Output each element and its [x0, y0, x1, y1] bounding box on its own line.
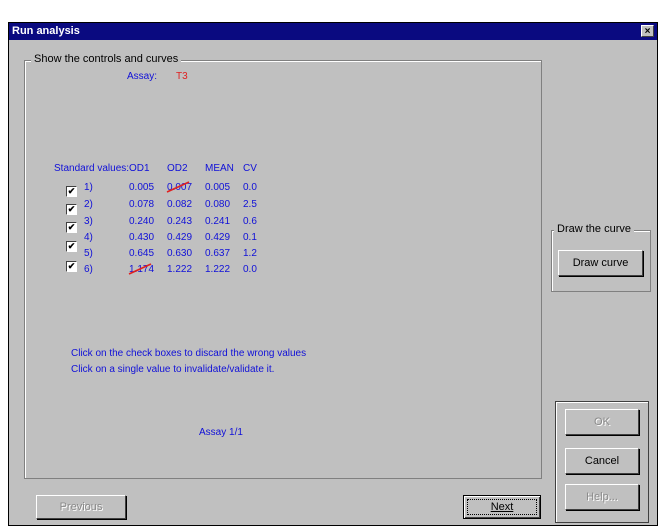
od1-value[interactable]: 0.430 — [129, 232, 154, 243]
cv-value: 2.5 — [243, 199, 257, 210]
window-title: Run analysis — [12, 25, 80, 37]
od2-value[interactable]: 0.243 — [167, 216, 192, 227]
mean-value: 1.222 — [205, 264, 231, 275]
cancel-button-label: Cancel — [584, 455, 620, 467]
od1-value[interactable]: 0.078 — [129, 199, 154, 210]
cv-value: 1.2 — [243, 248, 257, 259]
cv-value: 0.6 — [243, 216, 257, 227]
od2-value[interactable]: 0.007 — [167, 182, 192, 193]
run-analysis-window: Run analysis × Show the controls and cur… — [8, 22, 658, 526]
close-icon: × — [644, 26, 651, 37]
row-2-checkbox[interactable]: ✔ — [66, 204, 77, 215]
cv-value: 0.1 — [243, 232, 257, 243]
close-button[interactable]: × — [641, 25, 654, 37]
mean-value: 0.429 — [205, 232, 231, 243]
draw-curve-button[interactable]: Draw curve — [558, 250, 643, 276]
previous-button-label: Previous — [59, 501, 103, 513]
title-bar: Run analysis × — [9, 23, 657, 40]
next-button-label: Next — [490, 501, 514, 513]
column-header-od1: OD1 — [129, 163, 150, 174]
ok-button[interactable]: OK — [565, 409, 639, 435]
row-label: 4) — [84, 232, 93, 243]
od1-value[interactable]: 0.645 — [129, 248, 154, 259]
instruction-line-2: Click on a single value to invalidate/va… — [71, 364, 275, 375]
draw-curve-legend: Draw the curve — [554, 223, 634, 235]
od1-value[interactable]: 0.005 — [129, 182, 154, 193]
help-button[interactable]: Help... — [565, 484, 639, 510]
row-3-checkbox[interactable]: ✔ — [66, 222, 77, 233]
column-header-od2: OD2 — [167, 163, 188, 174]
row-label: 2) — [84, 199, 93, 210]
instruction-line-1: Click on the check boxes to discard the … — [71, 348, 307, 359]
od2-value[interactable]: 1.222 — [167, 264, 192, 275]
row-1-checkbox[interactable]: ✔ — [66, 186, 77, 197]
assay-value: T3 — [176, 71, 188, 82]
controls-curves-legend: Show the controls and curves — [31, 53, 182, 65]
od2-value[interactable]: 0.630 — [167, 248, 192, 259]
ok-button-label: OK — [594, 416, 610, 428]
row-label: 1) — [84, 182, 93, 193]
row-6-checkbox[interactable]: ✔ — [66, 261, 77, 272]
next-button[interactable]: Next — [463, 495, 541, 519]
column-header-cv: CV — [243, 163, 257, 174]
mean-value: 0.637 — [205, 248, 231, 259]
standard-values-header: Standard values: — [54, 163, 130, 174]
draw-curve-button-label: Draw curve — [572, 257, 629, 269]
row-label: 5) — [84, 248, 93, 259]
cv-value: 0.0 — [243, 182, 257, 193]
assay-counter: Assay 1/1 — [199, 427, 243, 438]
od1-value[interactable]: 1.174 — [129, 264, 154, 275]
help-button-label: Help... — [586, 491, 618, 503]
mean-value: 0.005 — [205, 182, 231, 193]
previous-button[interactable]: Previous — [36, 495, 126, 519]
row-label: 6) — [84, 264, 93, 275]
mean-value: 0.080 — [205, 199, 231, 210]
od2-value[interactable]: 0.429 — [167, 232, 192, 243]
od2-value[interactable]: 0.082 — [167, 199, 192, 210]
row-label: 3) — [84, 216, 93, 227]
cancel-button[interactable]: Cancel — [565, 448, 639, 474]
mean-value: 0.241 — [205, 216, 231, 227]
assay-label: Assay: — [127, 71, 158, 82]
od1-value[interactable]: 0.240 — [129, 216, 154, 227]
row-5-checkbox[interactable]: ✔ — [66, 241, 77, 252]
cv-value: 0.0 — [243, 264, 257, 275]
column-header-mean: MEAN — [205, 163, 234, 174]
controls-curves-group: Show the controls and curves — [24, 53, 542, 479]
